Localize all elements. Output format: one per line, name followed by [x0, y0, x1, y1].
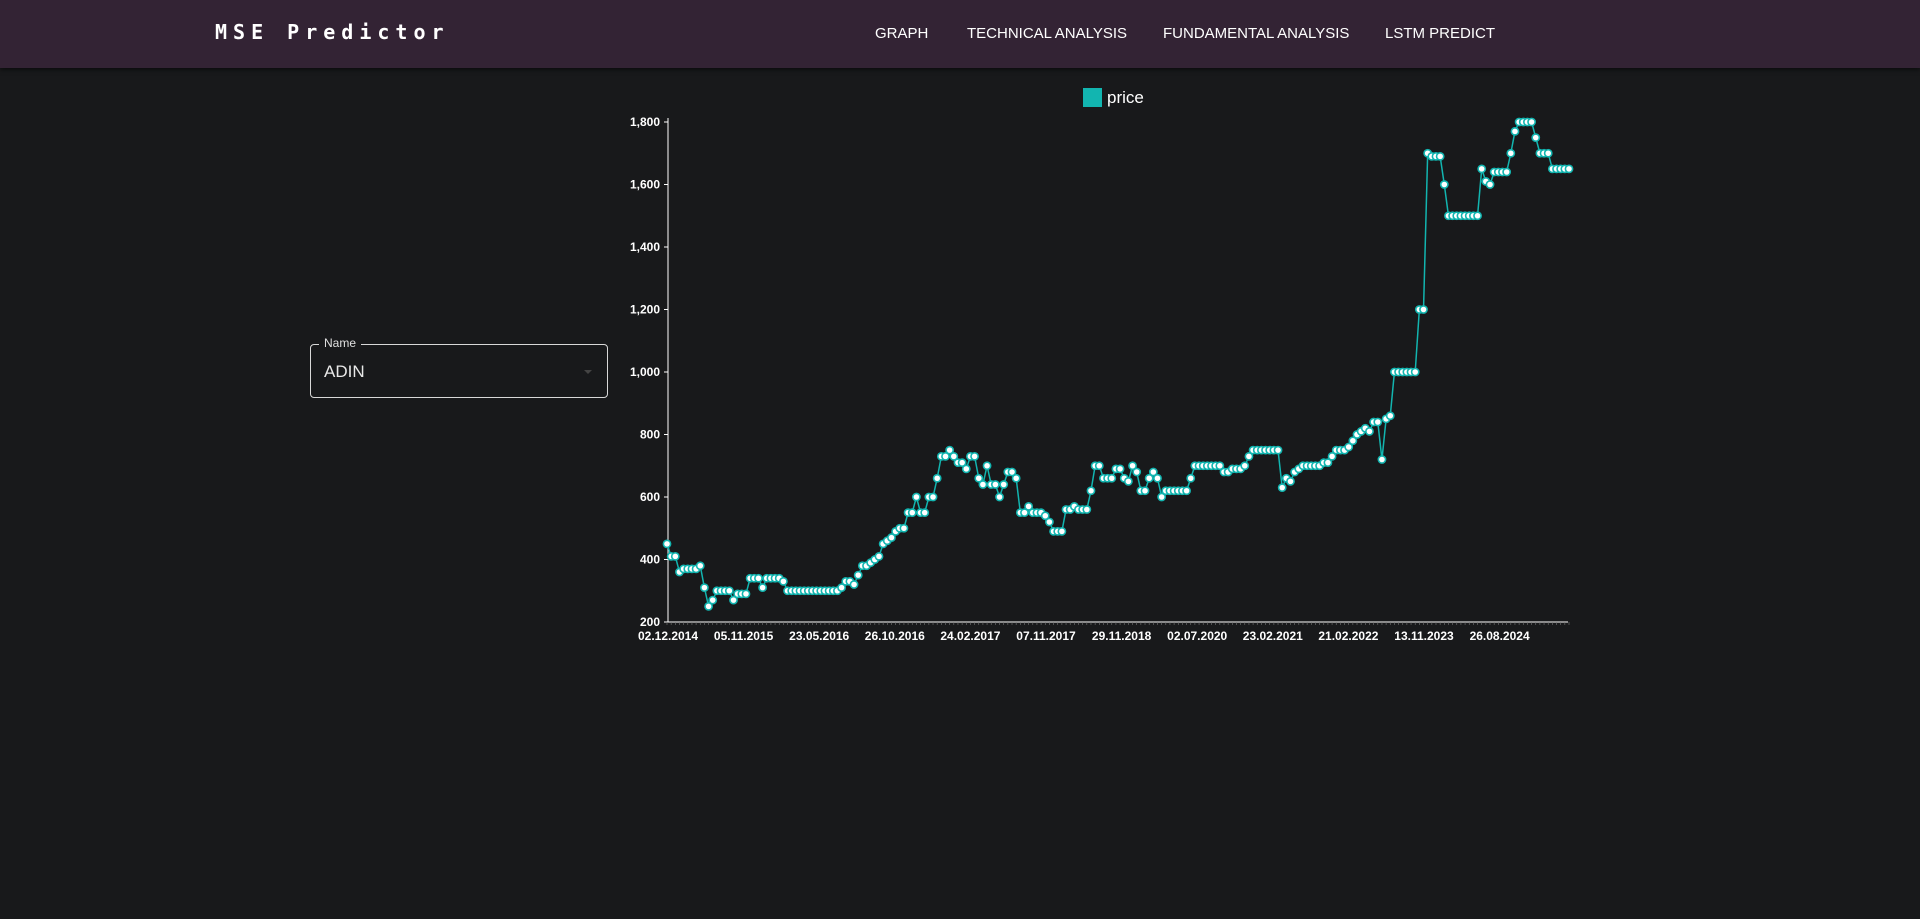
data-point[interactable]	[1132, 467, 1142, 477]
data-point[interactable]	[778, 576, 788, 586]
price-chart: price 200 400 600 800 1,000 1,200 1,400 1,600 1,…	[630, 88, 1574, 643]
data-point[interactable]	[758, 583, 767, 593]
data-point[interactable]	[1115, 464, 1125, 474]
data-point[interactable]	[700, 583, 709, 593]
x-tick-label: 21.02.2022	[1318, 629, 1378, 643]
data-point[interactable]	[741, 589, 751, 599]
data-point[interactable]	[754, 573, 763, 583]
y-tick-label: 200	[640, 615, 660, 629]
data-point[interactable]	[1140, 486, 1150, 496]
data-point[interactable]	[695, 561, 705, 571]
series-line-price	[666, 121, 1569, 609]
data-point[interactable]	[662, 539, 672, 549]
data-point[interactable]	[1435, 151, 1445, 161]
x-tick-label: 02.12.2014	[638, 629, 698, 643]
data-point[interactable]	[932, 473, 942, 483]
data-point[interactable]	[724, 586, 734, 596]
data-point[interactable]	[1485, 180, 1495, 189]
data-point[interactable]	[849, 580, 859, 589]
y-axis-ticks: 200 400 600 800 1,000 1,200 1,400 1,600 1,800	[630, 115, 668, 629]
data-point[interactable]	[853, 570, 863, 580]
data-point[interactable]	[708, 595, 718, 605]
data-point[interactable]	[1153, 473, 1162, 483]
y-tick-label: 1,000	[630, 365, 660, 379]
data-point[interactable]	[1502, 167, 1512, 177]
x-tick-label: 26.08.2024	[1470, 629, 1530, 643]
y-tick-label: 1,200	[630, 303, 660, 317]
data-point[interactable]	[1123, 476, 1133, 486]
data-point[interactable]	[1373, 417, 1383, 427]
y-tick-label: 600	[640, 490, 660, 504]
data-point[interactable]	[1410, 367, 1420, 377]
data-point[interactable]	[1107, 473, 1117, 483]
data-point[interactable]	[1510, 126, 1520, 136]
data-point[interactable]	[1439, 180, 1449, 189]
data-point[interactable]	[928, 492, 938, 502]
data-point[interactable]	[912, 492, 921, 502]
data-point[interactable]	[1477, 164, 1487, 174]
data-point[interactable]	[1011, 473, 1021, 483]
data-point[interactable]	[995, 492, 1004, 502]
data-point[interactable]	[961, 464, 971, 474]
chart-legend: price	[1083, 88, 1144, 107]
x-tick-label: 29.11.2018	[1092, 629, 1152, 643]
x-tick-label: 23.02.2021	[1243, 629, 1303, 643]
y-tick-label: 1,600	[630, 178, 660, 192]
data-point[interactable]	[1419, 305, 1428, 314]
data-point[interactable]	[920, 508, 930, 518]
data-point[interactable]	[1186, 473, 1196, 483]
data-point[interactable]	[982, 461, 992, 471]
data-point[interactable]	[990, 480, 1000, 489]
data-point[interactable]	[1543, 148, 1553, 158]
data-point[interactable]	[1094, 461, 1104, 471]
data-point[interactable]	[1527, 117, 1536, 127]
y-tick-label: 1,400	[630, 240, 660, 254]
data-point[interactable]	[1365, 426, 1374, 436]
data-point[interactable]	[1082, 505, 1092, 514]
data-point[interactable]	[670, 551, 680, 561]
x-tick-label: 26.10.2016	[865, 629, 925, 643]
legend-label: price	[1107, 88, 1144, 107]
x-tick-label: 07.11.2017	[1016, 629, 1076, 643]
data-point[interactable]	[907, 508, 917, 518]
legend-swatch	[1083, 88, 1102, 107]
x-tick-label: 02.07.2020	[1167, 629, 1227, 643]
data-point[interactable]	[1057, 526, 1067, 536]
y-tick-label: 800	[640, 428, 660, 442]
data-point[interactable]	[1273, 445, 1283, 455]
x-axis-ticks: 02.12.2014 05.11.2015 23.05.2016 26.10.2016…	[638, 622, 1570, 643]
data-point[interactable]	[1182, 486, 1191, 496]
y-tick-label: 400	[640, 553, 660, 567]
data-point[interactable]	[1531, 133, 1541, 143]
data-point[interactable]	[899, 523, 909, 533]
x-tick-label: 24.02.2017	[940, 629, 1000, 643]
data-point[interactable]	[1045, 517, 1054, 527]
data-point[interactable]	[1473, 211, 1482, 221]
x-tick-label: 13.11.2023	[1394, 629, 1454, 643]
data-point[interactable]	[1286, 476, 1295, 486]
data-point[interactable]	[999, 480, 1009, 489]
data-point[interactable]	[1240, 461, 1250, 471]
data-point[interactable]	[970, 451, 979, 461]
data-point[interactable]	[1506, 148, 1516, 158]
series-points-price	[662, 117, 1574, 611]
data-point[interactable]	[978, 480, 988, 489]
y-tick-label: 1,800	[630, 115, 660, 129]
data-point[interactable]	[1086, 486, 1096, 496]
data-point[interactable]	[1377, 455, 1387, 464]
data-point[interactable]	[1564, 164, 1574, 174]
data-point[interactable]	[1385, 411, 1395, 421]
x-tick-label: 23.05.2016	[789, 629, 849, 643]
x-tick-label: 05.11.2015	[714, 629, 774, 643]
data-point[interactable]	[1277, 483, 1287, 493]
data-point[interactable]	[874, 551, 884, 561]
